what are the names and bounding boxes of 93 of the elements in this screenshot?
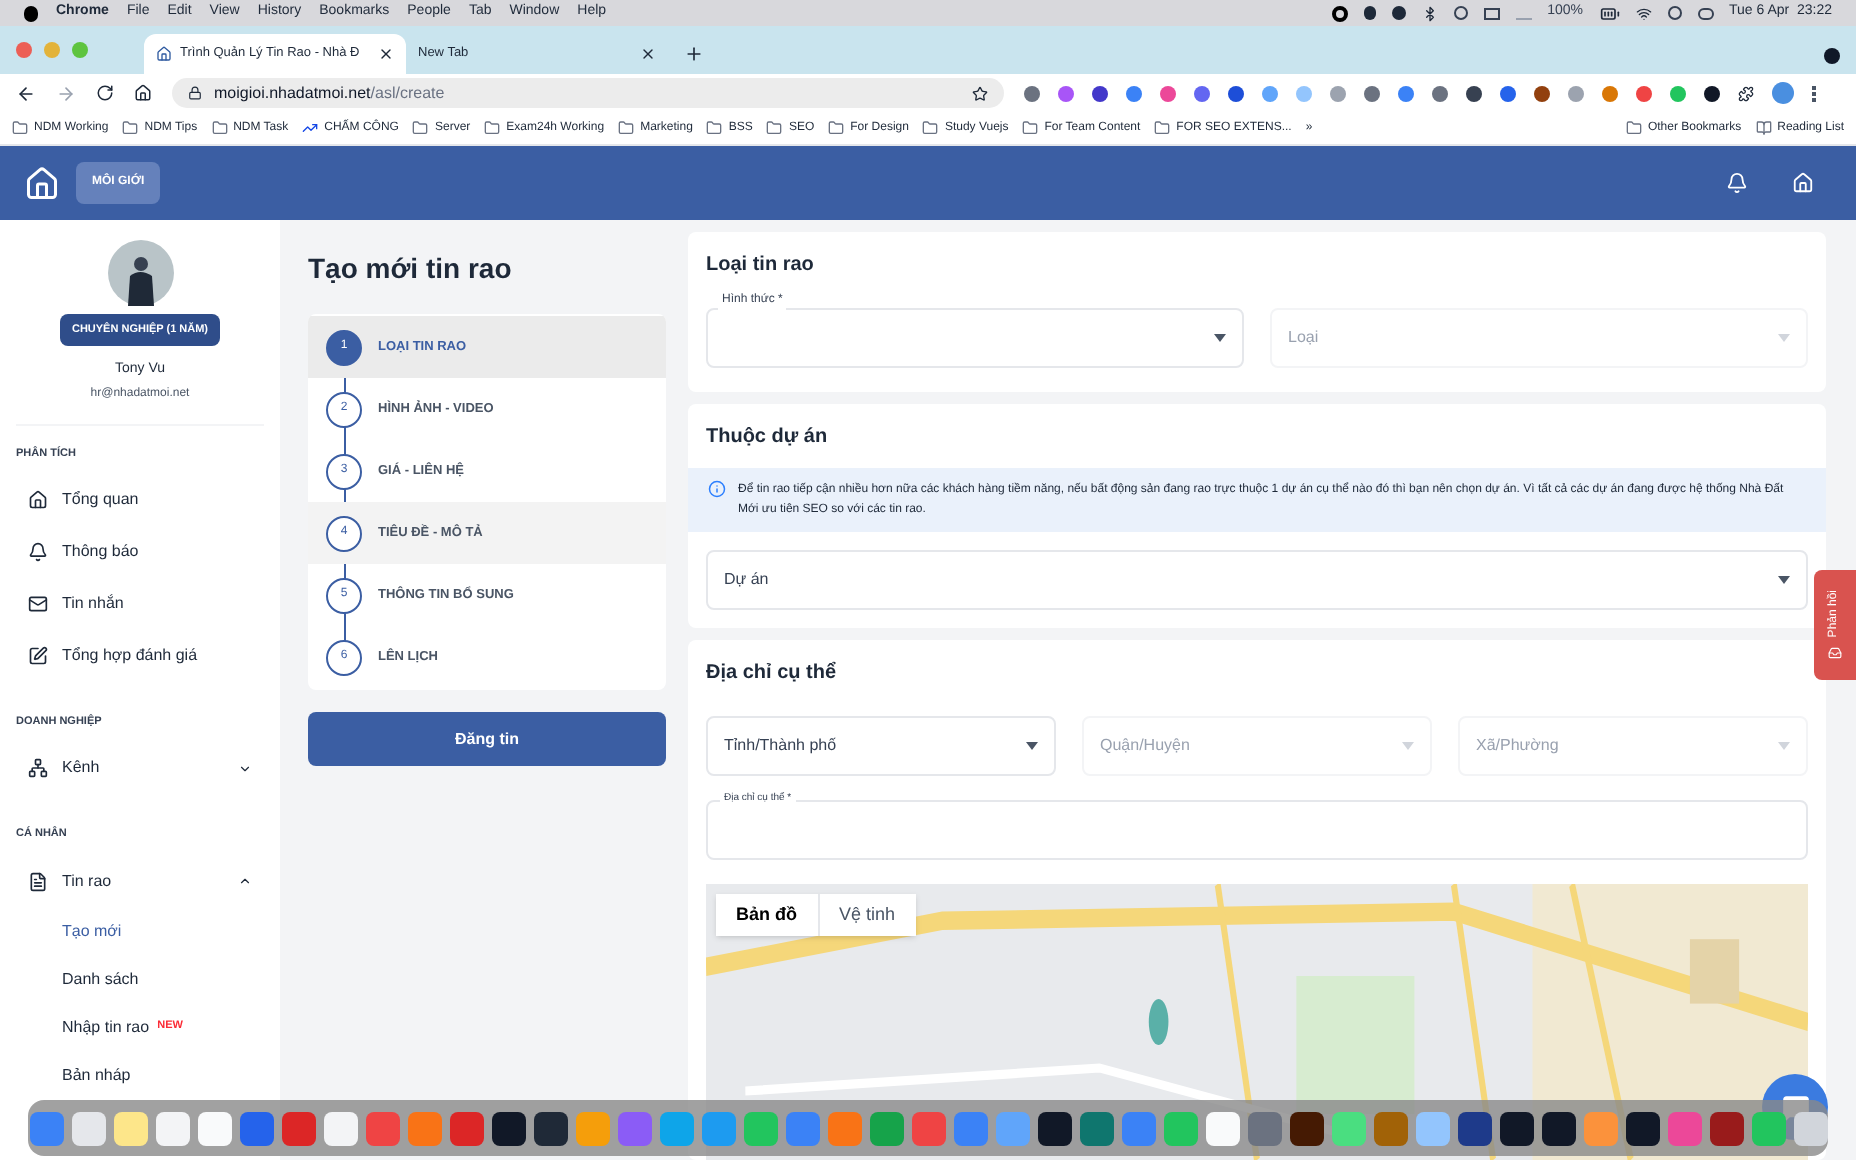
profile-avatar[interactable] (1772, 82, 1794, 104)
book-icon (1755, 120, 1772, 136)
mail-icon (28, 594, 48, 614)
folder-icon (1154, 120, 1171, 136)
home-icon (28, 490, 48, 510)
select-field[interactable]: Tỉnh/Thành phố (706, 716, 1056, 776)
chevron-up-icon (238, 874, 252, 888)
app-icon[interactable] (491, 1111, 525, 1145)
nav-item[interactable]: Thông báo (16, 526, 264, 578)
app-icon[interactable] (1541, 1111, 1575, 1145)
extension-icon[interactable] (1466, 85, 1482, 101)
bookmark-star-icon[interactable] (972, 85, 988, 101)
extension-icon[interactable] (1704, 85, 1720, 101)
nav-subitem[interactable]: Bản nháp (16, 1051, 264, 1099)
dropdown-caret-icon (1026, 742, 1038, 750)
bluetooth-icon[interactable] (1421, 5, 1438, 21)
folder-icon (766, 120, 783, 136)
site-icon (156, 46, 172, 62)
document-icon (28, 871, 48, 891)
folder-icon (1022, 120, 1039, 136)
app-icon[interactable] (1037, 1111, 1071, 1145)
close-window-icon[interactable] (16, 42, 32, 58)
lock-icon (188, 86, 202, 100)
section-title: Thuộc dự án (704, 424, 830, 452)
forward-icon[interactable] (56, 83, 76, 103)
select-field[interactable]: Dự án (706, 550, 1808, 610)
app-icon[interactable] (1709, 1111, 1743, 1145)
app-icon[interactable] (533, 1111, 567, 1145)
nav-item[interactable]: Tổng quan (16, 474, 264, 526)
folder-icon (922, 120, 939, 136)
nav-subitem[interactable]: Danh sách (16, 955, 264, 1003)
pen-square-icon (28, 646, 48, 666)
dropdown-caret-icon (1778, 334, 1790, 342)
extension-icon[interactable] (1228, 85, 1244, 101)
network-icon (28, 758, 48, 779)
select-placeholder: Loại (1288, 326, 1319, 350)
status-icon[interactable] (1363, 6, 1376, 20)
address-bar[interactable]: moigioi.nhadatmoi.net/asl/create (172, 78, 1004, 108)
page-title: Tạo mới tin rao (308, 250, 514, 288)
nav-item[interactable]: Tin nhắn (16, 578, 264, 630)
select-placeholder: Dự án (724, 568, 769, 592)
folder-icon (1625, 120, 1642, 136)
folder-icon (706, 120, 723, 136)
extension-icon[interactable] (1534, 85, 1550, 101)
home-icon[interactable] (134, 84, 152, 102)
close-icon[interactable] (378, 46, 394, 62)
notification-icon[interactable] (1726, 172, 1748, 194)
app-icon[interactable] (1625, 1111, 1659, 1145)
submit-button[interactable]: Đăng tin (308, 712, 666, 766)
nav-subitem[interactable]: Tạo mới (16, 907, 264, 955)
reload-icon[interactable] (96, 84, 114, 102)
dropdown-caret-icon (1402, 742, 1414, 750)
bell-icon (28, 542, 48, 562)
maximize-window-icon[interactable] (72, 42, 88, 58)
chart-line-icon (302, 120, 319, 136)
folder-icon (412, 120, 429, 136)
select-placeholder: Quận/Huyện (1100, 734, 1190, 758)
url-text: moigioi.nhadatmoi.net/asl/create (214, 81, 445, 105)
back-icon[interactable] (16, 83, 36, 103)
status-icon[interactable] (1667, 6, 1681, 20)
extension-icon[interactable] (1092, 85, 1108, 101)
folder-icon (484, 120, 501, 136)
folder-icon (618, 120, 635, 136)
nav-item[interactable]: Kênh (16, 742, 264, 795)
info-icon (708, 480, 726, 498)
select-placeholder: Xã/Phường (1476, 734, 1559, 758)
logo-icon[interactable] (24, 165, 60, 201)
app-icon[interactable] (1289, 1111, 1323, 1145)
dropdown-caret-icon (1214, 334, 1226, 342)
app-icon[interactable] (1457, 1111, 1491, 1145)
inbox-icon (1828, 645, 1842, 660)
wifi-icon[interactable] (1635, 5, 1651, 21)
map-type-tab[interactable]: Bản đồ (716, 894, 817, 936)
select-placeholder: Tỉnh/Thành phố (724, 734, 837, 758)
tab-search-icon[interactable] (1824, 48, 1840, 64)
folder-icon (12, 120, 28, 136)
battery-icon[interactable] (1599, 3, 1619, 23)
extensions-icon[interactable] (1738, 85, 1754, 101)
dropdown-caret-icon (1778, 742, 1790, 750)
close-icon[interactable] (640, 46, 656, 62)
dropdown-caret-icon (1778, 576, 1790, 584)
section-title: Loại tin rao (706, 252, 816, 280)
map-type-tab[interactable]: Vệ tinh (817, 894, 916, 936)
app-icon[interactable] (1499, 1111, 1533, 1145)
folder-icon (122, 120, 139, 136)
new-tab-icon[interactable] (684, 44, 704, 64)
avatar (107, 240, 173, 306)
nav-item[interactable]: Tin rao (16, 855, 264, 907)
section-title: Địa chỉ cụ thể (706, 659, 839, 688)
chevron-down-icon (238, 761, 252, 776)
folder-icon (211, 120, 228, 136)
folder-icon (828, 120, 845, 136)
nav-item[interactable]: Tổng hợp đánh giá (16, 630, 264, 682)
